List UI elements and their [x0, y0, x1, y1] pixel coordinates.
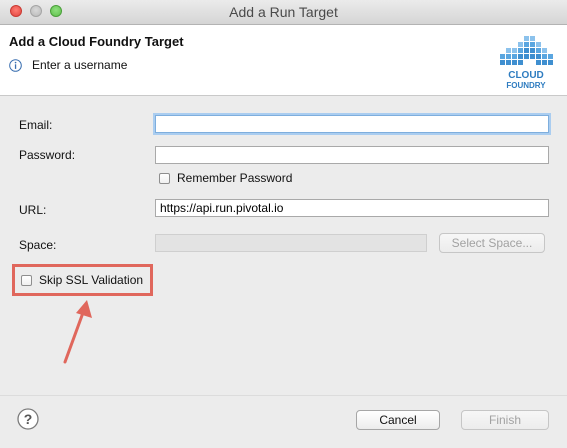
info-icon [9, 59, 22, 72]
header-message: Enter a username [32, 58, 128, 72]
dialog-window: Add a Run Target Add a Cloud Foundry Tar… [0, 0, 567, 448]
space-field [155, 234, 427, 252]
url-label: URL: [19, 203, 47, 217]
title-bar: Add a Run Target [0, 0, 567, 25]
password-field[interactable] [155, 146, 549, 164]
annotation-highlight-box [12, 264, 153, 296]
window-title: Add a Run Target [229, 4, 338, 20]
logo-line2: FOUNDRY [506, 81, 546, 90]
space-label: Space: [19, 238, 57, 252]
password-label: Password: [19, 148, 76, 162]
select-space-button[interactable]: Select Space... [439, 233, 545, 253]
cancel-button[interactable]: Cancel [356, 410, 440, 430]
cloud-foundry-logo: CLOUD FOUNDRY [500, 36, 553, 90]
arrow-annotation [63, 300, 92, 364]
help-icon[interactable]: ? [17, 408, 39, 430]
email-label: Email: [19, 118, 53, 132]
remember-password-label[interactable]: Remember Password [177, 171, 292, 185]
footer-divider [0, 395, 567, 396]
remember-password-checkbox[interactable] [159, 173, 170, 184]
dialog-header: Add a Cloud Foundry Target Enter a usern… [0, 25, 567, 96]
finish-button[interactable]: Finish [461, 410, 549, 430]
header-title: Add a Cloud Foundry Target [9, 34, 184, 49]
url-field[interactable] [155, 199, 549, 217]
email-field[interactable] [155, 115, 549, 133]
logo-line1: CLOUD [508, 70, 544, 81]
svg-text:?: ? [24, 411, 33, 427]
